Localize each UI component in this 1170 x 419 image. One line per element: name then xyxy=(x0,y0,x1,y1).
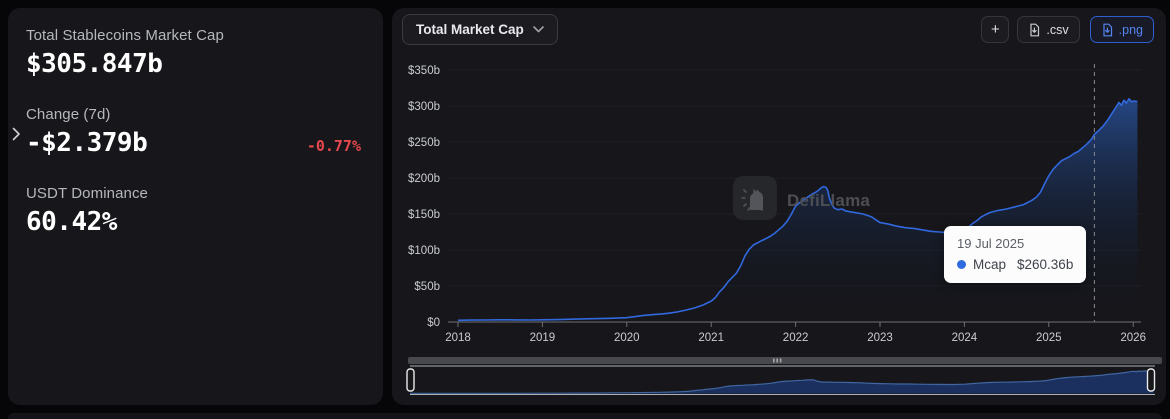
metric-dropdown[interactable]: Total Market Cap xyxy=(402,14,558,45)
x-axis-label: 2022 xyxy=(783,332,809,344)
export-actions: + .csv .png xyxy=(981,16,1154,43)
slider-grip-icon[interactable] xyxy=(776,359,778,363)
change-7d-value: -$2.379b xyxy=(26,128,147,158)
change-7d-percent: -0.77% xyxy=(307,137,361,155)
series-dot-icon xyxy=(957,260,966,269)
tooltip-date: 19 Jul 2025 xyxy=(957,236,1073,251)
y-axis-label: $300b xyxy=(408,101,440,113)
next-panel-top-edge xyxy=(8,413,1162,419)
x-axis-label: 2023 xyxy=(867,332,893,344)
brush-handle-left[interactable] xyxy=(407,369,414,391)
y-axis-label: $250b xyxy=(408,137,440,149)
download-png-label: .png xyxy=(1119,23,1143,37)
usdt-dominance-value: 60.42% xyxy=(26,207,383,237)
market-cap-value: $305.847b xyxy=(26,49,383,79)
slider-grip-icon[interactable] xyxy=(773,359,775,363)
brush-handle-right[interactable] xyxy=(1148,369,1155,391)
expand-chevron-icon[interactable] xyxy=(12,127,21,141)
y-axis-label: $100b xyxy=(408,245,440,257)
metric-dropdown-label: Total Market Cap xyxy=(416,22,524,37)
slider-grip-icon[interactable] xyxy=(780,359,782,363)
x-axis-label: 2020 xyxy=(614,332,640,344)
tooltip-series-value: $260.36b xyxy=(1017,257,1073,272)
zoom-slider-bar[interactable] xyxy=(408,357,1162,364)
x-axis-label: 2021 xyxy=(698,332,724,344)
stat-usdt-dominance: USDT Dominance 60.42% xyxy=(8,185,383,237)
y-axis-label: $0 xyxy=(427,317,440,329)
market-cap-chart[interactable]: $0 $50b $100b $150b $200b $250b $300b $350b 2018… xyxy=(392,8,1166,405)
stat-market-cap: Total Stablecoins Market Cap $305.847b xyxy=(8,8,383,79)
tooltip-series-name: Mcap xyxy=(973,257,1006,272)
download-csv-button[interactable]: .csv xyxy=(1017,16,1079,43)
add-chart-button[interactable]: + xyxy=(981,16,1009,43)
download-png-button[interactable]: .png xyxy=(1090,16,1154,43)
chevron-down-icon xyxy=(533,26,544,33)
chart-tooltip: 19 Jul 2025 Mcap $260.36b xyxy=(944,226,1086,283)
market-cap-label: Total Stablecoins Market Cap xyxy=(26,27,383,44)
stats-panel: Total Stablecoins Market Cap $305.847b C… xyxy=(8,8,383,405)
add-chart-label: + xyxy=(991,21,1000,38)
y-axis-label: $200b xyxy=(408,173,440,185)
x-axis-label: 2024 xyxy=(952,332,978,344)
usdt-dominance-label: USDT Dominance xyxy=(26,185,383,202)
x-axis-label: 2026 xyxy=(1120,332,1146,344)
file-download-icon xyxy=(1028,23,1041,37)
chart-panel: Total Market Cap + .csv xyxy=(392,8,1166,405)
stat-change-7d: Change (7d) -$2.379b -0.77% xyxy=(8,106,383,158)
download-csv-label: .csv xyxy=(1046,23,1068,37)
x-axis-label: 2019 xyxy=(530,332,556,344)
file-download-icon xyxy=(1101,23,1114,37)
area-fill xyxy=(458,99,1137,322)
y-axis-label: $50b xyxy=(414,281,440,293)
chart-header: Total Market Cap + .csv xyxy=(402,14,1154,45)
x-axis-label: 2018 xyxy=(445,332,471,344)
y-axis-label: $350b xyxy=(408,65,440,77)
x-axis-label: 2025 xyxy=(1036,332,1062,344)
y-axis-label: $150b xyxy=(408,209,440,221)
change-7d-label: Change (7d) xyxy=(26,106,383,123)
